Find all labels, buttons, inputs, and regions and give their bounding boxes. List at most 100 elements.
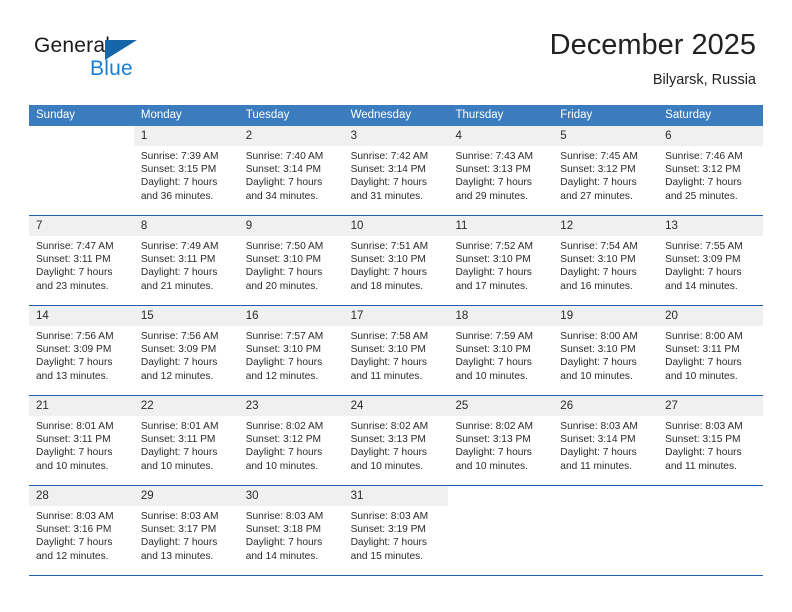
day-detail-line: Sunrise: 7:39 AM — [140, 151, 219, 162]
day-details: Sunrise: 7:58 AM Sunset: 3:10 PM Daylight:… — [344, 326, 449, 383]
calendar-day-cell[interactable]: 28 Sunrise: 8:03 AM Sunset: 3:16 PM Dayligh… — [29, 486, 134, 575]
calendar-day-cell[interactable]: 4 Sunrise: 7:43 AM Sunset: 3:13 PM Daylight… — [448, 126, 554, 215]
day-detail-line: and 12 minutes. — [140, 370, 214, 382]
calendar-day-cell[interactable]: 24 Sunrise: 8:02 AM Sunset: 3:13 PM Dayligh… — [343, 396, 449, 485]
calendar-day-cell[interactable]: 21 Sunrise: 8:01 AM Sunset: 3:11 PM Dayligh… — [29, 396, 134, 485]
calendar-day-cell[interactable]: 19 Sunrise: 8:00 AM Sunset: 3:10 PM Dayligh… — [553, 306, 659, 395]
calendar-day-cell[interactable]: 10 Sunrise: 7:51 AM Sunset: 3:10 PM Dayligh… — [343, 216, 449, 305]
day-detail-line: Daylight: 7 hours — [665, 357, 742, 369]
calendar-week-row: 21 Sunrise: 8:01 AM Sunset: 3:11 PM Dayligh… — [29, 395, 764, 485]
calendar-day-cell[interactable]: 1 Sunrise: 7:39 AM Sunset: 3:15 PM Daylight… — [133, 126, 239, 215]
day-number-bar: 13 — [658, 216, 764, 236]
day-number-bar: 12 — [553, 216, 659, 236]
calendar-day-cell[interactable]: 15 Sunrise: 7:56 AM Sunset: 3:09 PM Dayligh… — [133, 306, 239, 395]
day-details: Sunrise: 8:02 AM Sunset: 3:13 PM Daylight:… — [344, 416, 449, 473]
calendar-day-cell[interactable]: 20 Sunrise: 8:00 AM Sunset: 3:11 PM Dayligh… — [658, 306, 764, 395]
calendar-day-cell[interactable]: 17 Sunrise: 7:58 AM Sunset: 3:10 PM Dayligh… — [343, 306, 449, 395]
calendar-day-cell-empty — [553, 486, 659, 575]
day-detail-line: Sunrise: 8:03 AM — [36, 511, 114, 522]
day-details — [448, 506, 553, 510]
day-detail-line: Sunset: 3:19 PM — [350, 524, 426, 536]
day-number-bar: 22 — [133, 396, 239, 416]
calendar-day-cell[interactable]: 26 Sunrise: 8:03 AM Sunset: 3:14 PM Dayligh… — [553, 396, 659, 485]
day-number: 3 — [350, 130, 357, 142]
calendar-day-cell[interactable]: 13 Sunrise: 7:55 AM Sunset: 3:09 PM Dayligh… — [658, 216, 764, 305]
day-number-bar: 18 — [448, 306, 554, 326]
day-details: Sunrise: 8:03 AM Sunset: 3:18 PM Daylight:… — [239, 506, 344, 563]
calendar-day-cell[interactable]: 31 Sunrise: 8:03 AM Sunset: 3:19 PM Dayligh… — [343, 486, 449, 575]
day-number-bar — [29, 126, 134, 146]
day-number-bar — [448, 486, 553, 506]
day-number: 10 — [350, 220, 364, 232]
day-details: Sunrise: 8:02 AM Sunset: 3:13 PM Daylight:… — [448, 416, 553, 473]
day-number: 13 — [665, 220, 678, 232]
day-detail-line: Daylight: 7 hours — [36, 537, 113, 549]
day-number-bar: 4 — [448, 126, 554, 146]
day-number: 18 — [455, 310, 469, 322]
day-detail-line: and 29 minutes. — [455, 190, 528, 202]
day-number-bar: 11 — [448, 216, 554, 236]
day-details: Sunrise: 7:40 AM Sunset: 3:14 PM Daylight:… — [239, 146, 344, 203]
day-details: Sunrise: 8:03 AM Sunset: 3:15 PM Daylight:… — [658, 416, 763, 473]
day-detail-line: and 12 minutes. — [36, 550, 109, 562]
day-detail-line: and 27 minutes. — [560, 190, 633, 202]
calendar-day-cell[interactable]: 27 Sunrise: 8:03 AM Sunset: 3:15 PM Dayligh… — [658, 396, 764, 485]
calendar-week-row: 7 Sunrise: 7:47 AM Sunset: 3:11 PM Daylight… — [29, 215, 764, 305]
day-number: 15 — [140, 310, 154, 322]
calendar-day-cell[interactable]: 2 Sunrise: 7:40 AM Sunset: 3:14 PM Daylight… — [238, 126, 344, 215]
calendar-day-cell[interactable]: 11 Sunrise: 7:52 AM Sunset: 3:10 PM Dayligh… — [448, 216, 554, 305]
day-detail-line: Sunrise: 7:56 AM — [140, 331, 219, 342]
day-number-bar: 9 — [238, 216, 344, 236]
calendar-day-cell[interactable]: 6 Sunrise: 7:46 AM Sunset: 3:12 PM Daylight… — [658, 126, 764, 215]
day-details: Sunrise: 7:52 AM Sunset: 3:10 PM Daylight:… — [448, 236, 553, 293]
day-number-bar: 6 — [658, 126, 764, 146]
day-detail-line: and 11 minutes. — [560, 460, 633, 472]
day-detail-line: Sunrise: 8:03 AM — [140, 511, 219, 522]
calendar-day-cell[interactable]: 30 Sunrise: 8:03 AM Sunset: 3:18 PM Dayligh… — [238, 486, 344, 575]
calendar-day-cell[interactable]: 12 Sunrise: 7:54 AM Sunset: 3:10 PM Dayligh… — [553, 216, 659, 305]
calendar-day-cell[interactable]: 22 Sunrise: 8:01 AM Sunset: 3:11 PM Dayligh… — [133, 396, 239, 485]
calendar-day-cell[interactable]: 25 Sunrise: 8:02 AM Sunset: 3:13 PM Dayligh… — [448, 396, 554, 485]
day-number: 4 — [455, 130, 462, 142]
day-detail-line: Sunrise: 7:56 AM — [36, 331, 114, 342]
calendar-day-cell[interactable]: 8 Sunrise: 7:49 AM Sunset: 3:11 PM Daylight… — [133, 216, 239, 305]
day-number: 8 — [140, 220, 148, 232]
day-detail-line: Sunrise: 8:02 AM — [350, 421, 429, 432]
calendar-day-cell[interactable]: 16 Sunrise: 7:57 AM Sunset: 3:10 PM Dayligh… — [238, 306, 344, 395]
day-detail-line: and 20 minutes. — [245, 280, 319, 292]
calendar-day-cell[interactable]: 5 Sunrise: 7:45 AM Sunset: 3:12 PM Daylight… — [553, 126, 659, 215]
day-detail-line: and 16 minutes. — [560, 280, 633, 292]
calendar-day-cell[interactable]: 7 Sunrise: 7:47 AM Sunset: 3:11 PM Daylight… — [29, 216, 134, 305]
day-details: Sunrise: 8:03 AM Sunset: 3:16 PM Daylight:… — [29, 506, 134, 563]
day-detail-line: Sunset: 3:10 PM — [350, 344, 426, 356]
day-detail-line: and 10 minutes. — [560, 370, 633, 382]
calendar-day-cell[interactable]: 3 Sunrise: 7:42 AM Sunset: 3:14 PM Daylight… — [343, 126, 449, 215]
day-number-bar: 23 — [238, 396, 344, 416]
calendar-day-cell[interactable]: 29 Sunrise: 8:03 AM Sunset: 3:17 PM Dayligh… — [133, 486, 239, 575]
calendar-day-cell[interactable]: 18 Sunrise: 7:59 AM Sunset: 3:10 PM Dayligh… — [448, 306, 554, 395]
day-number-bar: 30 — [238, 486, 344, 506]
calendar-day-cell[interactable]: 9 Sunrise: 7:50 AM Sunset: 3:10 PM Daylight… — [238, 216, 344, 305]
calendar-grid: Sunday Monday Tuesday Wednesday Thursday… — [29, 105, 764, 576]
calendar-day-cell[interactable]: 23 Sunrise: 8:02 AM Sunset: 3:12 PM Dayligh… — [238, 396, 344, 485]
day-detail-line: and 14 minutes. — [665, 280, 738, 292]
calendar-day-cell[interactable]: 14 Sunrise: 7:56 AM Sunset: 3:09 PM Dayligh… — [29, 306, 134, 395]
calendar-weeks: 1 Sunrise: 7:39 AM Sunset: 3:15 PM Daylight… — [29, 126, 764, 575]
day-detail-line: Daylight: 7 hours — [245, 537, 323, 549]
day-detail-line: and 25 minutes. — [665, 190, 738, 202]
day-detail-line: Sunset: 3:14 PM — [350, 164, 426, 176]
day-detail-line: and 10 minutes. — [455, 370, 528, 382]
day-details: Sunrise: 7:51 AM Sunset: 3:10 PM Daylight:… — [344, 236, 449, 293]
day-detail-line: and 10 minutes. — [36, 460, 109, 472]
day-detail-line: Sunrise: 7:55 AM — [665, 241, 743, 252]
day-detail-line: Sunrise: 7:47 AM — [36, 241, 114, 252]
day-number: 19 — [560, 310, 574, 322]
day-detail-line: Daylight: 7 hours — [455, 447, 532, 459]
day-detail-line: Sunset: 3:10 PM — [245, 344, 322, 356]
day-detail-line: and 10 minutes. — [350, 460, 424, 472]
day-detail-line: Sunset: 3:11 PM — [140, 254, 216, 266]
day-detail-line: Sunrise: 7:50 AM — [245, 241, 324, 252]
weekday-header-thursday: Thursday — [455, 109, 504, 121]
calendar-week-row: 14 Sunrise: 7:56 AM Sunset: 3:09 PM Dayligh… — [29, 305, 764, 395]
day-number: 23 — [245, 400, 259, 412]
